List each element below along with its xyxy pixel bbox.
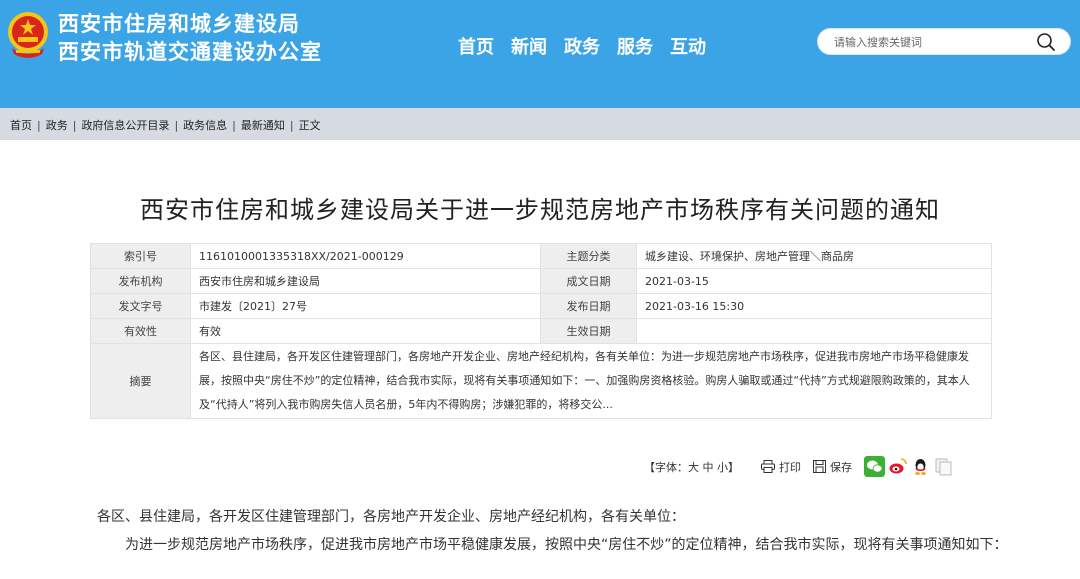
breadcrumb-current: 正文: [298, 119, 321, 132]
national-emblem-icon[interactable]: [6, 10, 50, 58]
org-value: 西安市住房和城乡建设局: [190, 268, 541, 294]
paragraph: 为进一步规范房地产市场秩序，促进我市房地产市场平稳健康发展，按照中央“房住不炒”…: [125, 537, 1008, 553]
nav-government-affairs[interactable]: 政务: [564, 33, 600, 59]
effective-date-value: [636, 318, 992, 344]
breadcrumb-info-disclosure[interactable]: 政府信息公开目录: [81, 117, 169, 133]
main-nav: 首页 新闻 政务 服务 互动: [458, 33, 706, 59]
published-date-label: 发布日期: [540, 293, 637, 319]
published-date-value: 2021-03-16 15:30: [636, 293, 992, 319]
index-label: 索引号: [90, 243, 191, 269]
nav-home[interactable]: 首页: [458, 33, 494, 59]
table-row: 发布机构 西安市住房和城乡建设局 成文日期 2021-03-15: [90, 268, 992, 294]
table-row: 索引号 1161010001335318XX/2021-000129 主题分类 …: [90, 243, 992, 269]
breadcrumb-gov-info[interactable]: 政务信息: [183, 117, 227, 133]
breadcrumb-latest-notices[interactable]: 最新通知: [241, 117, 285, 133]
org-label: 发布机构: [90, 268, 191, 294]
breadcrumb: 首页 | 政务 | 政府信息公开目录 | 政务信息 | 最新通知 | 正文: [0, 108, 1080, 140]
table-row: 有效性 有效 生效日期: [90, 318, 992, 344]
validity-label: 有效性: [90, 318, 191, 344]
page-title: 西安市住房和城乡建设局关于进一步规范房地产市场秩序有关问题的通知: [140, 196, 940, 224]
save-icon: [813, 460, 826, 473]
nav-services[interactable]: 服务: [617, 33, 653, 59]
share-buttons: [864, 456, 954, 477]
article-body: 各区、县住建局，各开发区住建管理部门，各房地产开发企业、房地产经纪机构，各有关单…: [97, 503, 1037, 559]
abstract-value: 各区、县住建局，各开发区住建管理部门，各房地产开发企业、房地产经纪机构，各有关单…: [190, 343, 992, 419]
topic-label: 主题分类: [540, 243, 637, 269]
font-size-selector[interactable]: 【字体：大 中 小】: [644, 459, 739, 475]
abstract-label: 摘要: [90, 343, 191, 419]
wechat-icon[interactable]: [864, 456, 885, 477]
effective-date-label: 生效日期: [540, 318, 637, 344]
table-row: 发文字号 市建发〔2021〕27号 发布日期 2021-03-16 15:30: [90, 293, 992, 319]
printer-icon: [761, 460, 775, 473]
print-label: 打印: [779, 460, 801, 474]
salutation: 各区、县住建局，各开发区住建管理部门，各房地产开发企业、房地产经纪机构，各有关单…: [97, 509, 685, 525]
search-icon[interactable]: [1036, 32, 1056, 52]
index-value: 1161010001335318XX/2021-000129: [190, 243, 541, 269]
weibo-icon[interactable]: [887, 456, 908, 477]
document-info-table: 索引号 1161010001335318XX/2021-000129 主题分类 …: [90, 243, 992, 419]
table-row: 摘要 各区、县住建局，各开发区住建管理部门，各房地产开发企业、房地产经纪机构，各…: [90, 343, 992, 419]
save-label: 保存: [830, 460, 852, 474]
docno-label: 发文字号: [90, 293, 191, 319]
search-box: [817, 28, 1071, 55]
validity-value: 有效: [190, 318, 541, 344]
topic-value: 城乡建设、环境保护、房地产管理＼商品房: [636, 243, 992, 269]
breadcrumb-government-affairs[interactable]: 政务: [46, 117, 68, 133]
nav-news[interactable]: 新闻: [511, 33, 547, 59]
created-date-label: 成文日期: [540, 268, 637, 294]
site-name-line1: 西安市住房和城乡建设局: [58, 12, 300, 36]
save-button[interactable]: 保存: [813, 459, 852, 475]
nav-interaction[interactable]: 互动: [670, 33, 706, 59]
created-date-value: 2021-03-15: [636, 268, 992, 294]
print-button[interactable]: 打印: [761, 459, 801, 475]
article-tools: 【字体：大 中 小】 打印 保存: [644, 456, 954, 477]
site-name-line2: 西安市轨道交通建设办公室: [58, 40, 322, 64]
breadcrumb-home[interactable]: 首页: [10, 117, 32, 133]
docno-value: 市建发〔2021〕27号: [190, 293, 541, 319]
qq-icon[interactable]: [910, 456, 931, 477]
site-header: 西安市住房和城乡建设局 西安市轨道交通建设办公室 首页 新闻 政务 服务 互动: [0, 0, 1080, 108]
copy-icon[interactable]: [933, 456, 954, 477]
site-name[interactable]: 西安市住房和城乡建设局 西安市轨道交通建设办公室: [58, 10, 322, 66]
search-input[interactable]: [834, 33, 1034, 51]
